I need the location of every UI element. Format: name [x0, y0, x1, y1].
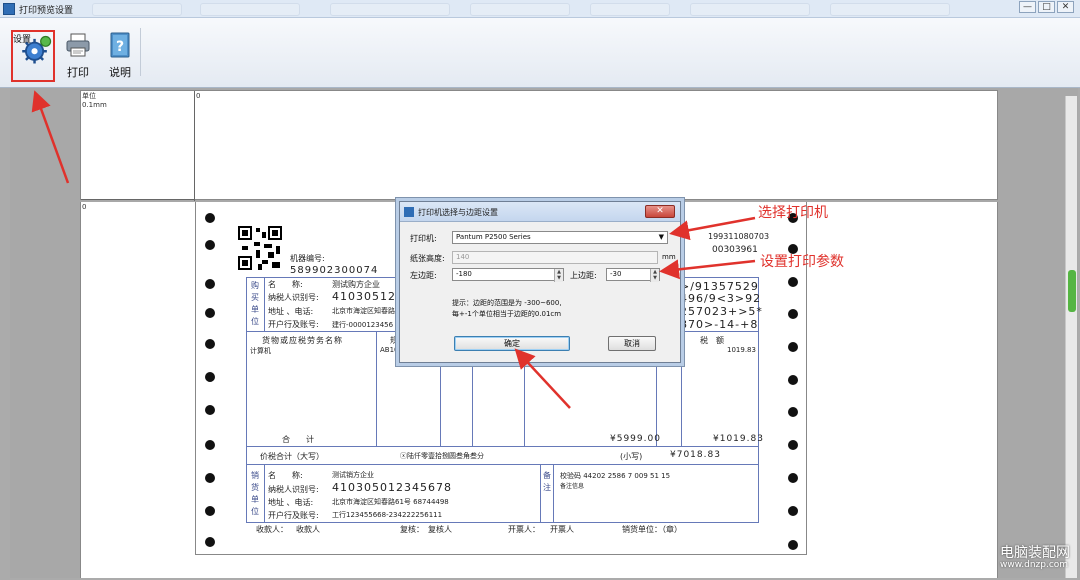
watermark-url: www.dnzp.com [1000, 560, 1069, 570]
watermark-title: 电脑装配网 [1000, 545, 1070, 561]
annotation-select-printer: 选择打印机 [758, 205, 828, 221]
annotation-set-params: 设置打印参数 [760, 254, 844, 270]
arrow-to-settings [31, 90, 70, 184]
arrow-to-margins [659, 259, 756, 280]
arrow-to-ok [514, 348, 571, 409]
annotation-arrows [31, 90, 756, 409]
arrow-to-printer-select [669, 216, 756, 241]
